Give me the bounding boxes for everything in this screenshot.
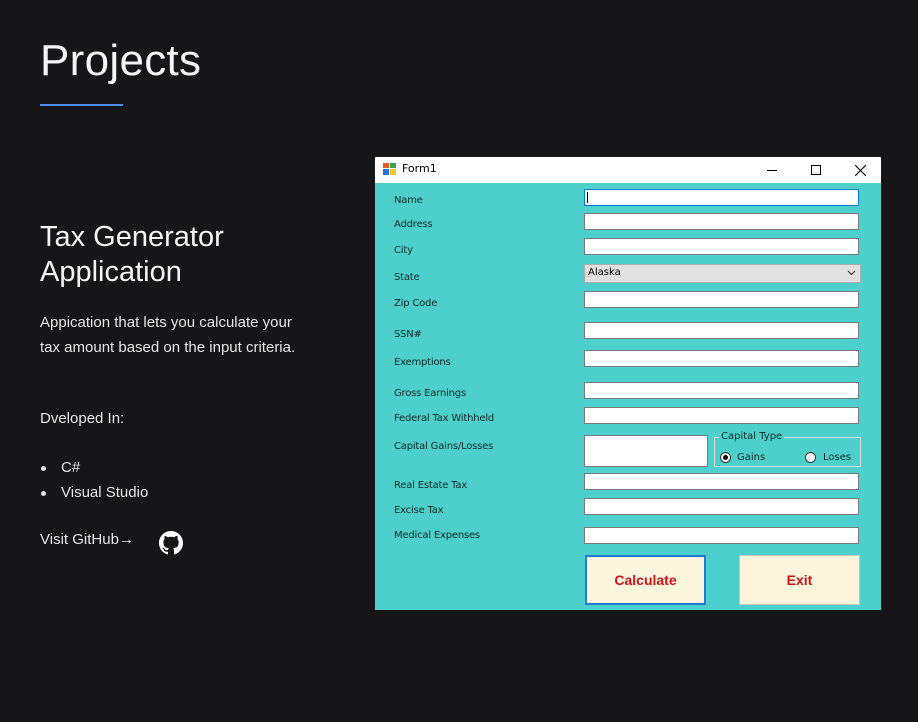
calculate-button[interactable]: Calculate xyxy=(585,555,706,605)
exemptions-input[interactable] xyxy=(584,350,859,367)
form-window: Form1 Name Address City State Alaska Zip… xyxy=(375,157,881,610)
gross-earnings-label: Gross Earnings xyxy=(394,388,466,399)
chevron-down-icon xyxy=(847,270,856,276)
gains-radio-label[interactable]: Gains xyxy=(737,452,765,463)
excise-tax-input[interactable] xyxy=(584,498,859,515)
ssn-label: SSN# xyxy=(394,329,422,340)
excise-tax-label: Excise Tax xyxy=(394,505,444,516)
state-selected-value: Alaska xyxy=(588,267,621,278)
real-estate-input[interactable] xyxy=(584,473,859,490)
gross-earnings-input[interactable] xyxy=(584,382,859,399)
loses-radio-label[interactable]: Loses xyxy=(823,452,851,463)
federal-tax-label: Federal Tax Withheld xyxy=(394,413,495,424)
ssn-input[interactable] xyxy=(584,322,859,339)
form-app-icon xyxy=(383,163,396,175)
exemptions-label: Exemptions xyxy=(394,357,451,368)
github-icon[interactable] xyxy=(159,531,183,555)
address-input[interactable] xyxy=(584,213,859,230)
window-titlebar[interactable]: Form1 xyxy=(375,157,881,183)
title-underline xyxy=(40,104,123,106)
exit-button[interactable]: Exit xyxy=(739,555,860,605)
capital-gains-input[interactable] xyxy=(584,435,708,467)
developed-in-label: Dveloped In: xyxy=(40,410,125,427)
technology-list: C# Visual Studio xyxy=(40,455,148,505)
real-estate-label: Real Estate Tax xyxy=(394,480,468,491)
minimize-button[interactable] xyxy=(749,157,795,183)
medical-expenses-input[interactable] xyxy=(584,527,859,544)
maximize-icon xyxy=(811,165,821,175)
capital-gains-label: Capital Gains/Losses xyxy=(394,441,494,452)
name-label: Name xyxy=(394,195,423,206)
state-dropdown[interactable]: Alaska xyxy=(584,264,861,283)
close-button[interactable] xyxy=(837,157,883,183)
medical-expenses-label: Medical Expenses xyxy=(394,530,480,541)
capital-type-title: Capital Type xyxy=(719,431,785,442)
state-label: State xyxy=(394,272,420,283)
radio-selected-dot xyxy=(723,455,728,460)
loses-radio[interactable] xyxy=(805,452,816,463)
city-input[interactable] xyxy=(584,238,859,255)
close-icon xyxy=(854,164,866,176)
window-title: Form1 xyxy=(402,162,437,175)
federal-tax-input[interactable] xyxy=(584,407,859,424)
maximize-button[interactable] xyxy=(793,157,839,183)
page-title: Projects xyxy=(40,36,202,85)
text-caret xyxy=(587,192,588,203)
project-description: Appication that lets you calculate your … xyxy=(40,314,296,356)
project-title: Tax Generator Application xyxy=(40,221,224,288)
zip-input[interactable] xyxy=(584,291,859,308)
gains-radio[interactable] xyxy=(720,452,731,463)
github-link[interactable]: Visit GitHub→ xyxy=(40,531,134,548)
name-input[interactable] xyxy=(584,189,859,206)
technology-item: Visual Studio xyxy=(40,480,148,505)
zip-label: Zip Code xyxy=(394,298,438,309)
technology-item: C# xyxy=(40,455,148,480)
address-label: Address xyxy=(394,219,433,230)
minimize-icon xyxy=(767,170,777,171)
city-label: City xyxy=(394,245,413,256)
